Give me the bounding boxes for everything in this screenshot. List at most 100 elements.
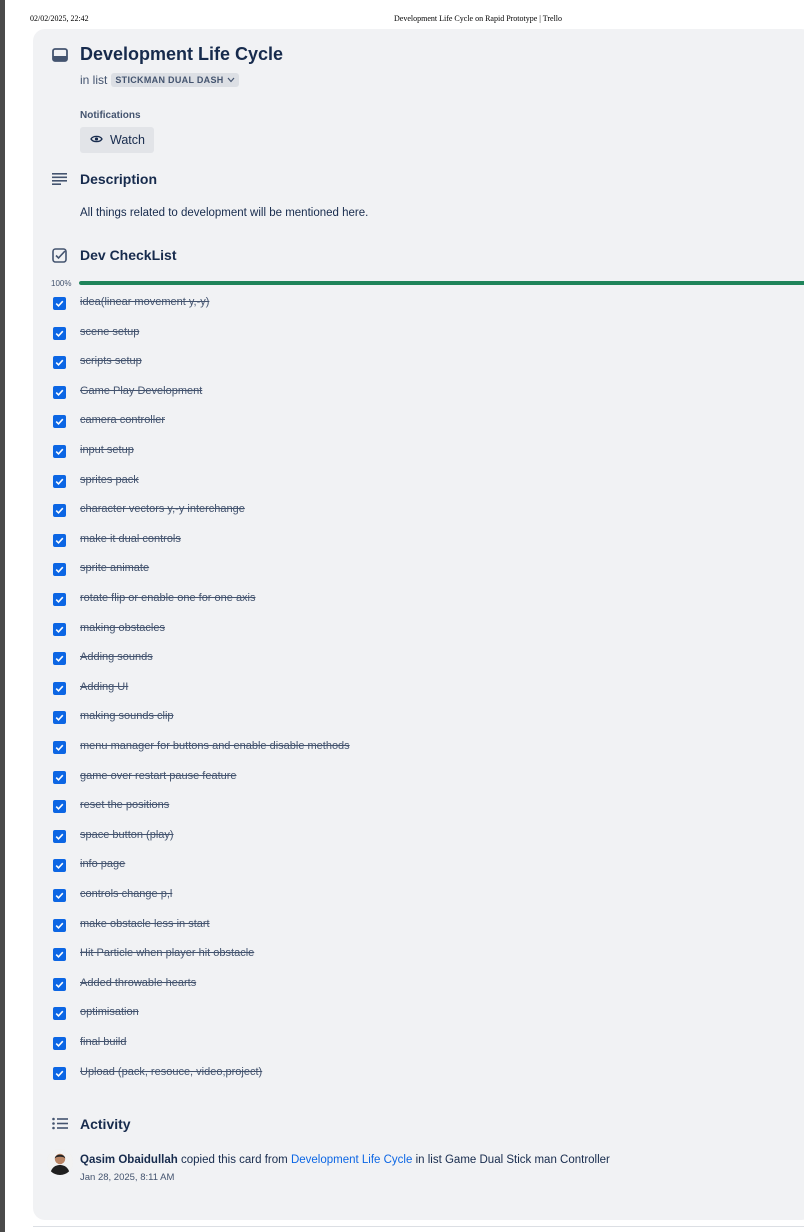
checklist-item-label[interactable]: menu manager for buttons and enable disa…: [80, 740, 350, 752]
list-selector[interactable]: STICKMAN DUAL DASH: [111, 73, 239, 87]
checkbox-checked[interactable]: [53, 385, 66, 399]
checkbox-checked[interactable]: [53, 622, 66, 636]
checkbox-checked[interactable]: [53, 326, 66, 340]
in-list-prefix: in list: [80, 73, 108, 87]
checklist-item-label[interactable]: space button (play): [80, 829, 174, 841]
description-icon: [52, 172, 67, 190]
checklist-item[interactable]: reset the positions: [33, 798, 804, 818]
checkbox-checked[interactable]: [53, 859, 66, 873]
checklist-item[interactable]: controls change p,l: [33, 887, 804, 907]
avatar[interactable]: [47, 1149, 73, 1175]
checklist-item[interactable]: idea(linear movement y,-y): [33, 295, 804, 315]
checklist-item[interactable]: rotate flip or enable one for one axis: [33, 591, 804, 611]
activity-action: copied this card from: [180, 1154, 288, 1166]
checkbox-checked[interactable]: [53, 533, 66, 547]
activity-card-link[interactable]: Development Life Cycle: [291, 1154, 412, 1166]
checkbox-checked[interactable]: [53, 652, 66, 666]
checkbox-checked[interactable]: [53, 563, 66, 577]
checklist-item[interactable]: menu manager for buttons and enable disa…: [33, 739, 804, 759]
checklist-item-label[interactable]: Upload (pack, resouce, video,project): [80, 1066, 262, 1078]
checklist-item[interactable]: input setup: [33, 443, 804, 463]
checkbox-checked[interactable]: [53, 889, 66, 902]
checklist-item-label[interactable]: rotate flip or enable one for one axis: [80, 592, 256, 604]
checklist-item-label[interactable]: character vectors y,-y interchange: [80, 503, 245, 515]
checklist-item[interactable]: sprite animate: [33, 561, 804, 581]
print-title: Development Life Cycle on Rapid Prototyp…: [394, 14, 563, 23]
checklist-item-label[interactable]: Adding UI: [80, 681, 128, 693]
checkbox-checked[interactable]: [53, 948, 66, 962]
checkbox-checked[interactable]: [53, 445, 66, 458]
checklist-item-label[interactable]: camera controller: [80, 414, 165, 426]
checkbox-checked[interactable]: [53, 1037, 66, 1050]
checklist-item-label[interactable]: input setup: [80, 444, 134, 456]
checklist-item-label[interactable]: info page: [80, 858, 125, 870]
watch-button[interactable]: Watch: [80, 127, 154, 153]
description-heading: Description: [80, 171, 158, 187]
checklist-item[interactable]: info page: [33, 857, 804, 877]
checkbox-checked[interactable]: [53, 711, 66, 725]
checklist-item[interactable]: make it dual controls: [33, 532, 804, 552]
print-date: 02/02/2025, 22:42: [30, 14, 89, 23]
checklist-item[interactable]: Game Play Development: [33, 384, 804, 404]
checklist-item-label[interactable]: optimisation: [80, 1006, 139, 1018]
activity-icon: [52, 1117, 68, 1135]
description-text[interactable]: All things related to development will b…: [80, 207, 368, 219]
checklist-item-label[interactable]: make it dual controls: [80, 533, 181, 545]
checklist-item-label[interactable]: making sounds clip: [80, 710, 174, 722]
checklist-item[interactable]: scene setup: [33, 325, 804, 345]
checklist-item-label[interactable]: Added throwable hearts: [80, 977, 196, 989]
checkbox-checked[interactable]: [53, 977, 66, 991]
checkbox-checked[interactable]: [53, 356, 66, 370]
checkbox-checked[interactable]: [53, 1066, 66, 1080]
checklist-item[interactable]: character vectors y,-y interchange: [33, 502, 804, 522]
checkbox-checked[interactable]: [53, 297, 66, 310]
checkbox-checked[interactable]: [53, 770, 66, 784]
checklist-item[interactable]: scripts setup: [33, 354, 804, 374]
checklist-item[interactable]: Adding UI: [33, 680, 804, 700]
list-name: STICKMAN DUAL DASH: [115, 75, 224, 85]
checklist-item-label[interactable]: making obstacles: [80, 622, 165, 634]
checklist-item-label[interactable]: final build: [80, 1036, 126, 1048]
checklist-item-label[interactable]: Game Play Development: [80, 385, 202, 397]
checklist-item[interactable]: Adding sounds: [33, 650, 804, 670]
checklist-item[interactable]: Upload (pack, resouce, video,project): [33, 1065, 804, 1085]
checklist-item-label[interactable]: scene setup: [80, 326, 139, 338]
checklist-progress-fill: [79, 281, 804, 285]
checklist-item-label[interactable]: scripts setup: [80, 355, 142, 367]
card-title[interactable]: Development Life Cycle: [80, 44, 283, 65]
checklist-item[interactable]: Added throwable hearts: [33, 976, 804, 996]
checklist-item-label[interactable]: reset the positions: [80, 799, 169, 811]
checklist-item-label[interactable]: Adding sounds: [80, 651, 153, 663]
checkbox-checked[interactable]: [53, 681, 66, 695]
checklist-item[interactable]: optimisation: [33, 1005, 804, 1025]
checklist-item[interactable]: camera controller: [33, 413, 804, 433]
checklist-item-label[interactable]: idea(linear movement y,-y): [80, 296, 209, 308]
checkbox-checked[interactable]: [53, 415, 66, 429]
activity-user[interactable]: Qasim Obaidullah: [80, 1154, 178, 1166]
card-detail: Development Life Cycle in list STICKMAN …: [33, 29, 804, 1220]
checklist-item-label[interactable]: sprite animate: [80, 562, 149, 574]
checkbox-checked[interactable]: [53, 800, 66, 814]
checklist-item-label[interactable]: sprites pack: [80, 474, 139, 486]
checklist-item[interactable]: final build: [33, 1035, 804, 1055]
watch-label: Watch: [110, 133, 145, 147]
checkbox-checked[interactable]: [53, 918, 66, 932]
checklist-item-label[interactable]: Hit Particle when player hit obstacle: [80, 947, 254, 959]
checkbox-checked[interactable]: [53, 829, 66, 843]
activity-timestamp[interactable]: Jan 28, 2025, 8:11 AM: [80, 1172, 174, 1183]
checklist-item-label[interactable]: controls change p,l: [80, 888, 172, 900]
checklist-item[interactable]: making obstacles: [33, 621, 804, 641]
checklist-item[interactable]: Hit Particle when player hit obstacle: [33, 946, 804, 966]
checklist-item[interactable]: game over restart pause feature: [33, 769, 804, 789]
checklist-item[interactable]: space button (play): [33, 828, 804, 848]
checkbox-checked[interactable]: [53, 593, 66, 606]
checklist-item[interactable]: sprites pack: [33, 473, 804, 493]
checklist-item[interactable]: make obstacle less in start: [33, 917, 804, 937]
checkbox-checked[interactable]: [53, 504, 66, 518]
checkbox-checked[interactable]: [53, 474, 66, 488]
checkbox-checked[interactable]: [53, 1007, 66, 1021]
checklist-item[interactable]: making sounds clip: [33, 709, 804, 729]
checklist-item-label[interactable]: make obstacle less in start: [80, 918, 210, 930]
checklist-item-label[interactable]: game over restart pause feature: [80, 770, 237, 782]
checkbox-checked[interactable]: [53, 741, 66, 754]
